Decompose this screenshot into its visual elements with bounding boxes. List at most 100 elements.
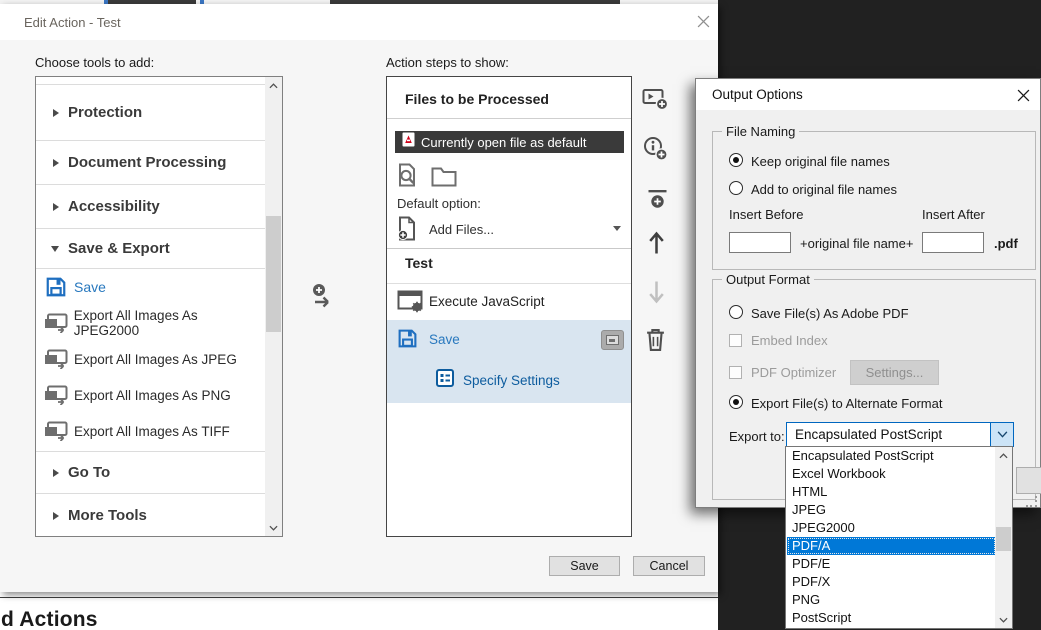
tool-label: Export All Images As JPEG2000 xyxy=(74,308,265,338)
keep-original-label: Keep original file names xyxy=(751,154,890,169)
dropdown-item[interactable]: PDF/E xyxy=(787,555,996,573)
file-naming-legend: File Naming xyxy=(722,124,799,139)
category-label: Document Processing xyxy=(68,154,226,171)
default-option-label: Default option: xyxy=(397,196,481,211)
step-label: Specify Settings xyxy=(463,373,560,388)
export-alternate-label: Export File(s) to Alternate Format xyxy=(751,396,942,411)
tree-category-protection[interactable]: Protection xyxy=(36,85,265,141)
tool-item-export-png[interactable]: Export All Images As PNG xyxy=(36,377,265,413)
tool-label: Export All Images As PNG xyxy=(74,388,231,403)
embed-index-checkbox[interactable] xyxy=(729,334,742,347)
scroll-down-icon[interactable] xyxy=(995,611,1012,628)
export-format-combobox[interactable]: Encapsulated PostScript xyxy=(786,422,1014,447)
save-button[interactable]: Save xyxy=(549,556,620,576)
tree-category-document-processing[interactable]: Document Processing xyxy=(36,141,265,185)
resize-grip-icon[interactable] xyxy=(1026,496,1038,508)
save-floppy-icon xyxy=(397,328,418,354)
pdf-optimizer-checkbox[interactable] xyxy=(729,366,742,379)
scroll-thumb[interactable] xyxy=(996,527,1011,551)
scroll-thumb[interactable] xyxy=(266,216,281,332)
dropdown-item[interactable]: PostScript xyxy=(787,609,996,627)
divider xyxy=(387,283,631,284)
add-to-original-radio[interactable] xyxy=(729,181,743,195)
trash-icon[interactable] xyxy=(640,325,670,355)
background-partial-heading: d Actions xyxy=(1,608,98,630)
step-save[interactable]: Save xyxy=(387,320,631,360)
cancel-button[interactable]: Cancel xyxy=(633,556,705,576)
export-alternate-radio[interactable] xyxy=(729,395,743,409)
combobox-value: Encapsulated PostScript xyxy=(795,427,990,442)
current-file-label: Currently open file as default xyxy=(421,135,586,150)
tree-category-go-to[interactable]: Go To xyxy=(36,451,265,493)
add-file-icon xyxy=(397,216,417,246)
step-specify-settings[interactable]: Specify Settings xyxy=(427,364,631,400)
tool-item-save[interactable]: Save xyxy=(36,269,265,305)
insert-above-icon[interactable] xyxy=(642,184,672,214)
choose-tools-label: Choose tools to add: xyxy=(35,55,154,70)
edit-action-dialog: Edit Action - Test Choose tools to add: … xyxy=(0,4,718,592)
dropdown-item[interactable]: Excel Workbook xyxy=(787,465,996,483)
tools-scrollbar[interactable] xyxy=(265,77,282,536)
dropdown-item[interactable]: PDF/X xyxy=(787,573,996,591)
tool-item-export-jpeg[interactable]: Export All Images As JPEG xyxy=(36,341,265,377)
file-naming-group: File Naming Keep original file names Add… xyxy=(712,131,1036,270)
insert-before-input[interactable] xyxy=(729,232,791,253)
tree-category-more-tools[interactable]: More Tools xyxy=(36,493,265,537)
chevron-right-icon xyxy=(53,203,59,211)
tool-label: Export All Images As TIFF xyxy=(74,424,230,439)
dropdown-item[interactable]: JPEG xyxy=(787,501,996,519)
tree-category-save-export[interactable]: Save & Export xyxy=(36,229,265,269)
chevron-right-icon xyxy=(53,109,59,117)
current-file-row[interactable]: Currently open file as default xyxy=(395,131,624,153)
dropdown-scrollbar[interactable] xyxy=(995,447,1012,628)
tool-item-export-jpeg2000[interactable]: Export All Images As JPEG2000 xyxy=(36,305,265,341)
keep-original-radio[interactable] xyxy=(729,153,743,167)
folder-icon[interactable] xyxy=(431,167,457,192)
dropdown-item[interactable]: PNG xyxy=(787,591,996,609)
scroll-down-icon[interactable] xyxy=(265,519,282,536)
add-to-original-label: Add to original file names xyxy=(751,182,897,197)
execute-javascript-icon xyxy=(397,290,424,318)
step-options-button[interactable] xyxy=(601,330,624,350)
move-down-icon[interactable] xyxy=(641,277,671,307)
search-file-icon[interactable] xyxy=(397,163,419,192)
insert-after-input[interactable] xyxy=(922,232,984,253)
dropdown-item-selected[interactable]: PDF/A xyxy=(787,537,996,555)
dropdown-item[interactable]: JPEG2000 xyxy=(787,519,996,537)
close-icon[interactable] xyxy=(1010,84,1036,106)
chevron-down-icon[interactable] xyxy=(990,423,1013,446)
category-label: Protection xyxy=(68,104,142,121)
step-label: Save xyxy=(429,332,460,347)
scroll-up-icon[interactable] xyxy=(995,447,1012,464)
move-up-icon[interactable] xyxy=(641,228,671,258)
add-panel-icon[interactable] xyxy=(640,84,670,114)
info-add-icon[interactable] xyxy=(640,133,670,163)
export-format-dropdown-list: Encapsulated PostScript Excel Workbook H… xyxy=(785,446,1013,629)
save-as-pdf-radio[interactable] xyxy=(729,305,743,319)
add-files-dropdown[interactable]: Add Files... xyxy=(397,216,625,242)
step-execute-javascript[interactable]: Execute JavaScript xyxy=(387,285,631,320)
scroll-up-icon[interactable] xyxy=(265,77,282,94)
tree-category-accessibility[interactable]: Accessibility xyxy=(36,185,265,229)
category-label: Accessibility xyxy=(68,198,160,215)
dropdown-item[interactable]: Encapsulated PostScript xyxy=(787,447,996,465)
screen: d Actions Edit Action - Test Choose tool… xyxy=(0,0,1041,630)
category-label: Save & Export xyxy=(68,240,170,257)
settings-button[interactable]: Settings... xyxy=(850,360,939,385)
export-to-label: Export to: xyxy=(729,429,785,444)
category-label: More Tools xyxy=(68,507,147,524)
add-step-icon[interactable] xyxy=(308,281,338,311)
specify-settings-icon xyxy=(436,369,454,392)
tool-label: Save xyxy=(74,279,106,295)
caret-down-icon xyxy=(613,226,621,231)
original-file-name-text: +original file name+ xyxy=(800,236,913,251)
tool-item-export-tiff[interactable]: Export All Images As TIFF xyxy=(36,413,265,449)
dropdown-item[interactable]: HTML xyxy=(787,483,996,501)
pdf-optimizer-label: PDF Optimizer xyxy=(751,365,836,380)
step-label: Execute JavaScript xyxy=(429,294,545,309)
tools-tree-panel: Protection Document Processing Accessibi… xyxy=(35,76,283,537)
category-label: Go To xyxy=(68,464,110,481)
close-icon[interactable] xyxy=(690,10,716,32)
chevron-right-icon xyxy=(53,512,59,520)
chevron-right-icon xyxy=(53,159,59,167)
